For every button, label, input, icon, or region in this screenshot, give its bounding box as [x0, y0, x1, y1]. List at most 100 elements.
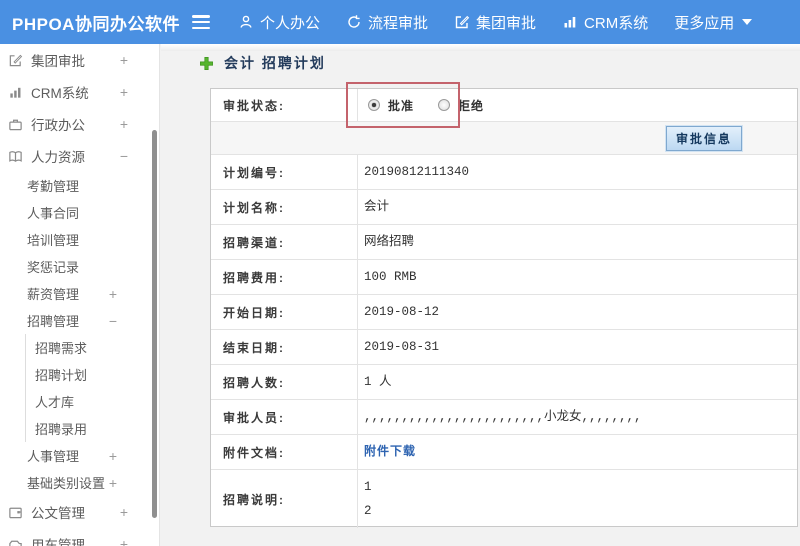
sidebar-item-documents[interactable]: 公文管理 + — [0, 496, 159, 528]
expand-plus-icon[interactable]: + — [120, 116, 128, 132]
radio-circle-icon[interactable] — [368, 99, 380, 111]
sidebar-scrollbar[interactable] — [152, 130, 157, 518]
expand-plus-icon[interactable]: + — [120, 504, 128, 520]
field-row-plan-number: 计划编号: 20190812111340 — [211, 155, 797, 190]
sidebar-item-attendance[interactable]: 考勤管理 — [0, 172, 159, 199]
sidebar-item-rewards[interactable]: 奖惩记录 — [0, 253, 159, 280]
field-value: 2019-08-31 — [364, 340, 440, 354]
radio-label: 批准 — [388, 98, 415, 113]
field-label: 审批人员: — [211, 400, 358, 434]
expand-plus-icon[interactable]: + — [120, 52, 128, 68]
sidebar-item-label: 招聘管理 — [27, 314, 80, 329]
field-label: 计划名称: — [211, 190, 358, 224]
sidebar-item-label: 人事合同 — [27, 206, 80, 221]
sidebar: 集团审批 + CRM系统 + 行政办公 + 人力资源 − 考勤管理 人事合同 培… — [0, 44, 160, 546]
bar-chart-icon — [562, 14, 578, 30]
topbar-item-personal-office[interactable]: 个人办公 — [238, 12, 320, 33]
topbar-item-crm[interactable]: CRM系统 — [562, 12, 648, 33]
edit-square-icon — [9, 54, 23, 66]
caret-down-icon — [742, 19, 753, 25]
field-row-start-date: 开始日期: 2019-08-12 — [211, 295, 797, 330]
bar-chart-icon — [10, 87, 21, 98]
expand-plus-icon[interactable]: + — [120, 84, 128, 100]
sidebar-item-label: 集团审批 — [31, 54, 85, 69]
sidebar-item-label: 人才库 — [35, 395, 75, 410]
book-icon — [9, 150, 22, 162]
sidebar-item-base-category[interactable]: 基础类别设置 + — [0, 469, 159, 496]
sidebar-item-label: 招聘需求 — [35, 341, 88, 356]
field-value: 1 2 — [364, 480, 372, 518]
sidebar-item-vehicle[interactable]: 用车管理 + — [0, 528, 159, 546]
field-row-channel: 招聘渠道: 网络招聘 — [211, 225, 797, 260]
sidebar-item-label: 人事管理 — [27, 449, 80, 464]
field-label: 审批状态: — [211, 89, 358, 121]
sidebar-item-label: 奖惩记录 — [27, 260, 80, 275]
radio-label: 拒绝 — [458, 98, 485, 113]
topbar-item-more-apps[interactable]: 更多应用 — [674, 12, 753, 33]
expand-plus-icon[interactable]: + — [109, 448, 117, 464]
field-value: 会计 — [364, 200, 390, 214]
car-icon — [9, 540, 22, 546]
sidebar-item-recruitment-hiring[interactable]: 招聘录用 — [25, 415, 159, 442]
field-value: 20190812111340 — [364, 165, 470, 179]
edit-square-icon — [454, 14, 470, 30]
page-header: 会计 招聘计划 — [199, 53, 326, 73]
sidebar-item-recruitment[interactable]: 招聘管理 − — [0, 307, 159, 334]
field-value: 网络招聘 — [364, 235, 415, 249]
sidebar-item-label: 用车管理 — [31, 538, 85, 546]
sidebar-item-label: 行政办公 — [31, 118, 85, 133]
expand-plus-icon[interactable]: + — [109, 286, 117, 302]
radio-reject[interactable]: 拒绝 — [438, 97, 484, 114]
menu-icon[interactable] — [192, 15, 210, 29]
field-value: 2019-08-12 — [364, 305, 440, 319]
field-row-approvers: 审批人员: ,,,,,,,,,,,,,,,,,,,,,,,,小龙女,,,,,,,… — [211, 400, 797, 435]
sidebar-item-label: 薪资管理 — [27, 287, 80, 302]
topbar-item-label: 集团审批 — [476, 14, 537, 32]
expand-plus-icon[interactable]: + — [109, 475, 117, 491]
sidebar-item-administration[interactable]: 行政办公 + — [0, 108, 159, 140]
plus-icon — [200, 56, 213, 70]
field-label: 招聘渠道: — [211, 225, 358, 259]
field-value: 附件下载 — [358, 435, 797, 469]
topbar: PHPOA协同办公软件 个人办公 流程审批 集团审批 CRM系统 更多应用 — [0, 0, 800, 44]
sidebar-item-label: 考勤管理 — [27, 179, 80, 194]
sidebar-item-talent-pool[interactable]: 人才库 — [25, 388, 159, 415]
main-content: 会计 招聘计划 审批状态: 批准 拒绝 审批信息 计划编号: 201908121… — [161, 44, 800, 546]
radio-circle-icon[interactable] — [438, 99, 451, 111]
field-value: 1 人 — [364, 375, 392, 389]
sidebar-item-group-approval[interactable]: 集团审批 + — [0, 44, 159, 76]
sidebar-item-recruitment-demand[interactable]: 招聘需求 — [25, 334, 159, 361]
attachment-download-link[interactable]: 附件下载 — [364, 440, 416, 464]
sidebar-item-label: 基础类别设置 — [27, 476, 106, 491]
field-value: 100 RMB — [364, 270, 417, 284]
collapse-minus-icon[interactable]: − — [109, 313, 117, 329]
sidebar-item-crm[interactable]: CRM系统 + — [0, 76, 159, 108]
collapse-minus-icon[interactable]: − — [120, 148, 128, 164]
sidebar-item-label: 公文管理 — [31, 506, 85, 521]
field-row-attachment: 附件文档: 附件下载 — [211, 435, 797, 470]
field-row-plan-name: 计划名称: 会计 — [211, 190, 797, 225]
field-label: 招聘人数: — [211, 365, 358, 399]
field-row-end-date: 结束日期: 2019-08-31 — [211, 330, 797, 365]
topbar-item-process-approval[interactable]: 流程审批 — [346, 12, 428, 33]
briefcase-icon — [9, 119, 22, 130]
topbar-item-label: 更多应用 — [674, 14, 735, 32]
sidebar-item-training[interactable]: 培训管理 — [0, 226, 159, 253]
field-label: 招聘说明: — [211, 470, 358, 528]
sidebar-item-label: CRM系统 — [31, 86, 89, 101]
field-label: 开始日期: — [211, 295, 358, 329]
sidebar-item-recruitment-plan[interactable]: 招聘计划 — [25, 361, 159, 388]
page-title: 会计 招聘计划 — [224, 55, 326, 71]
sidebar-item-personnel[interactable]: 人事管理 + — [0, 442, 159, 469]
sidebar-item-salary[interactable]: 薪资管理 + — [0, 280, 159, 307]
radio-approve[interactable]: 批准 — [368, 97, 414, 114]
sidebar-item-hr-contract[interactable]: 人事合同 — [0, 199, 159, 226]
expand-plus-icon[interactable]: + — [120, 536, 128, 546]
sidebar-item-human-resources[interactable]: 人力资源 − — [0, 140, 159, 172]
sidebar-item-label: 培训管理 — [27, 233, 80, 248]
topbar-item-group-approval[interactable]: 集团审批 — [454, 12, 536, 33]
field-label: 招聘费用: — [211, 260, 358, 294]
approval-info-button[interactable]: 审批信息 — [665, 125, 742, 151]
topbar-item-label: 个人办公 — [260, 14, 321, 32]
field-label: 计划编号: — [211, 155, 358, 189]
